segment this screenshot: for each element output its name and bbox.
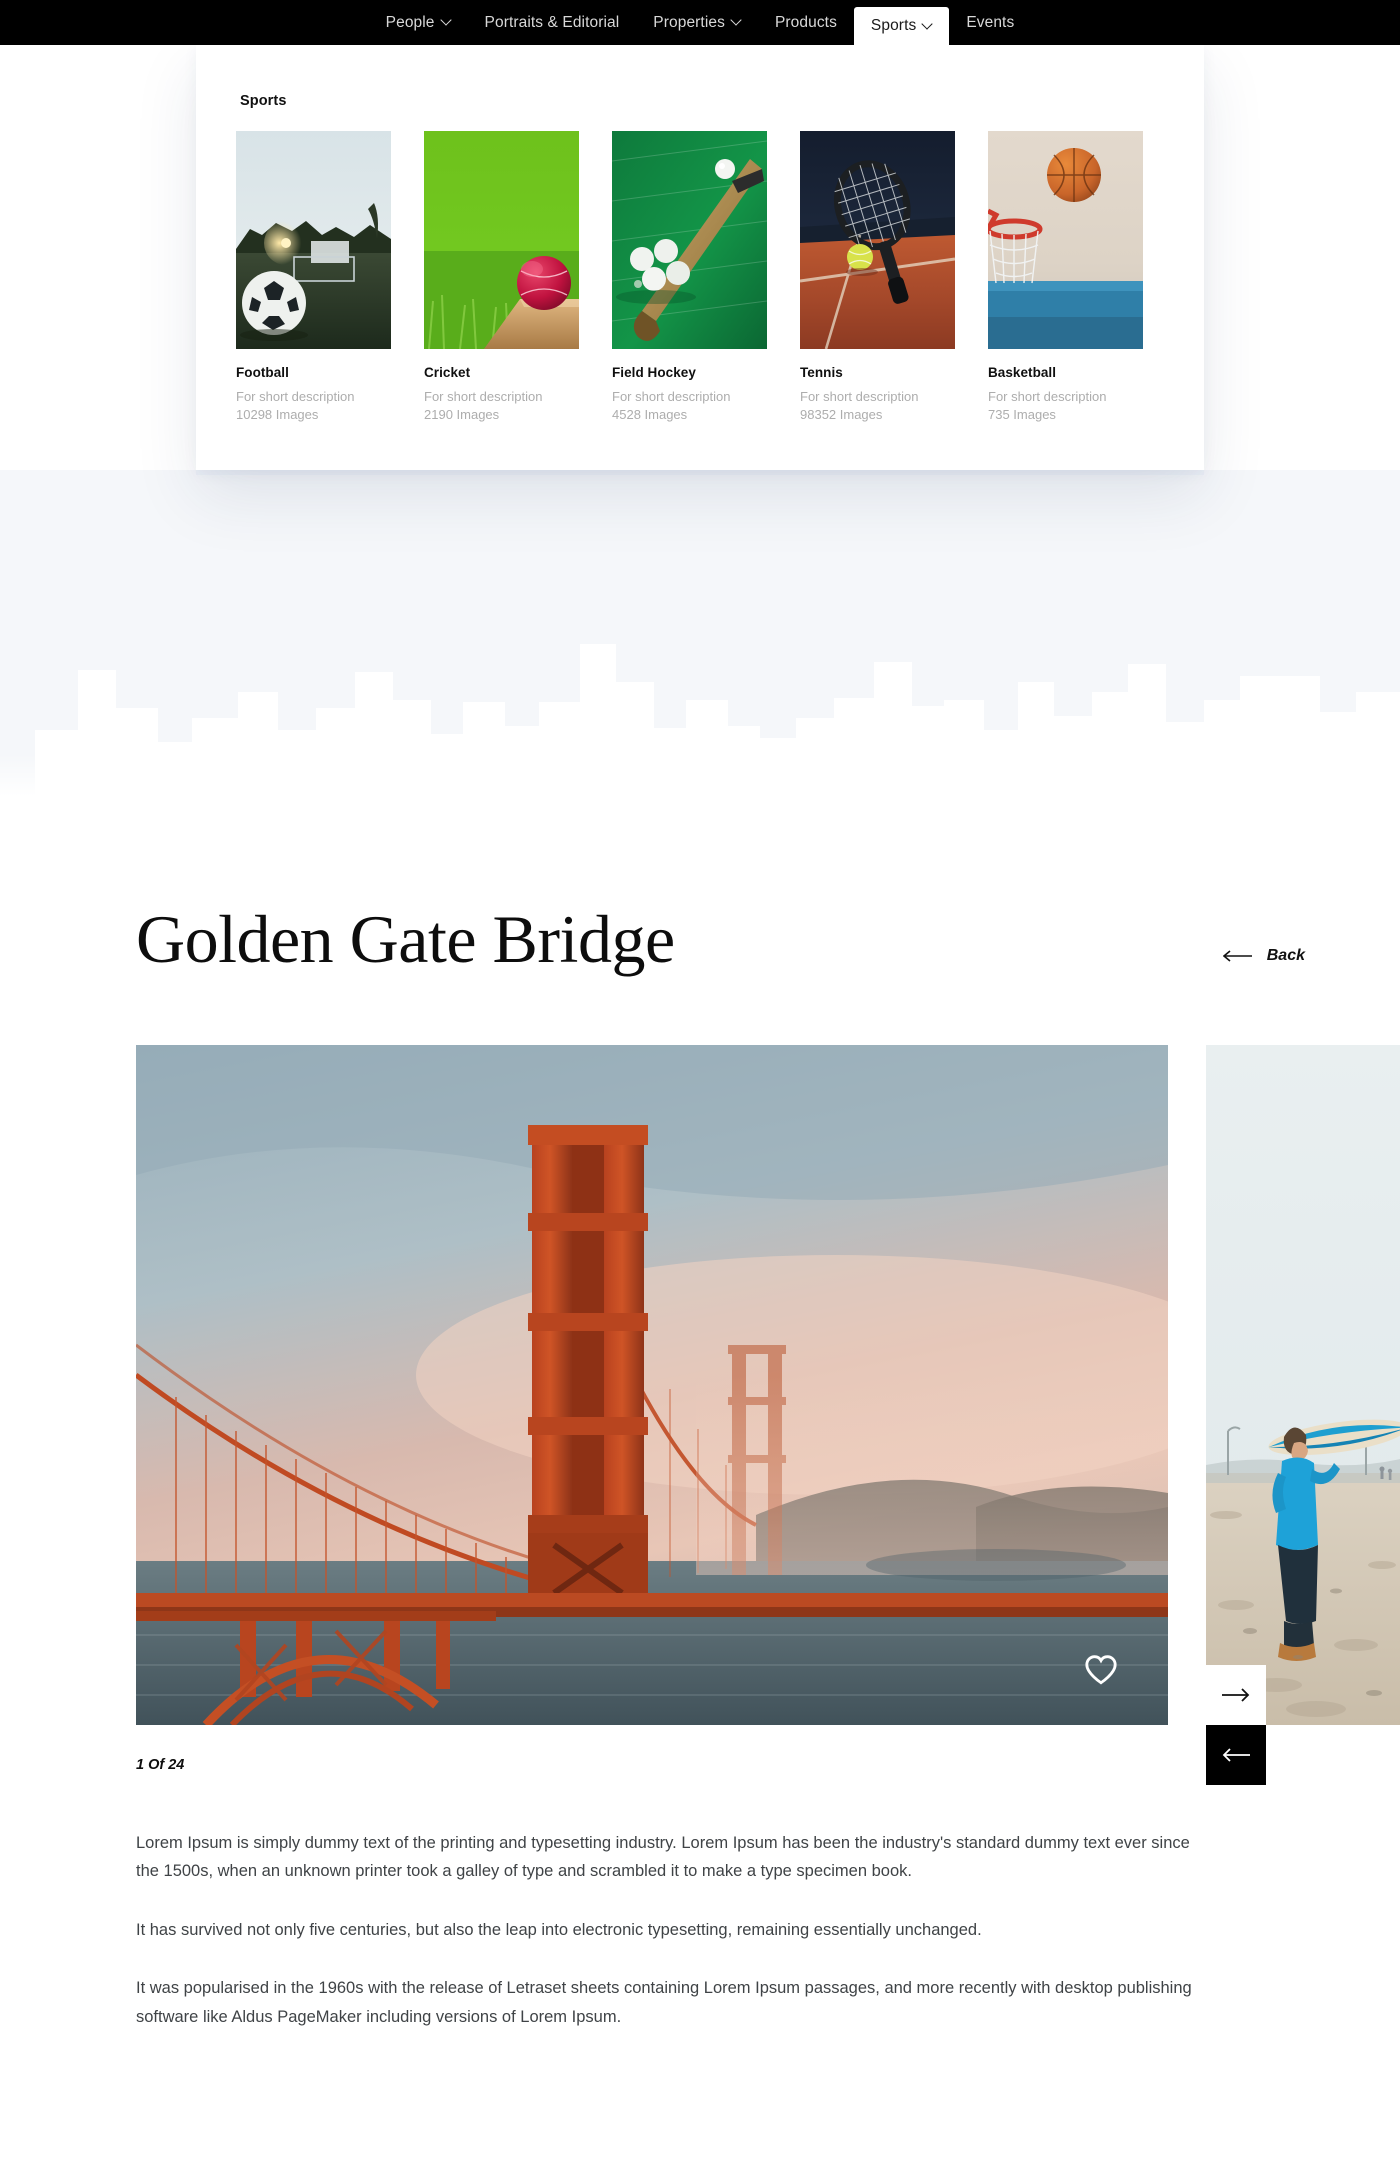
- surfer-on-beach-photo: [1206, 1045, 1400, 1725]
- category-thumbnail-football[interactable]: [236, 131, 391, 349]
- nav-item-properties[interactable]: Properties: [636, 0, 758, 45]
- category-card-field-hockey[interactable]: Field Hockey For short description 4528 …: [612, 131, 767, 425]
- nav-item-label: Portraits & Editorial: [484, 13, 620, 31]
- arrow-left-icon: [1222, 950, 1252, 962]
- sports-mega-menu-panel: Sports Football For short description 10…: [196, 45, 1204, 470]
- article-paragraph: Lorem Ipsum is simply dummy text of the …: [136, 1834, 1190, 1881]
- mega-menu-title: Sports: [240, 93, 287, 109]
- category-name: Field Hockey: [612, 365, 696, 380]
- previous-image-button[interactable]: [1206, 1725, 1266, 1785]
- category-image-count: 10298 Images: [236, 407, 319, 423]
- chevron-down-icon: [923, 20, 932, 29]
- category-thumbnail-basketball[interactable]: [988, 131, 1143, 349]
- heart-outline-icon: [1085, 1655, 1117, 1685]
- category-card-football[interactable]: Football For short description 10298 Ima…: [236, 131, 391, 425]
- arrow-right-icon: [1222, 1688, 1250, 1702]
- category-description: For short description: [424, 389, 543, 404]
- category-image-count: 735 Images: [988, 407, 1056, 423]
- gallery-nav-buttons: [1206, 1665, 1266, 1785]
- article-paragraph: It was popularised in the 1960s with the…: [136, 1979, 1192, 2026]
- category-description: For short description: [988, 389, 1107, 404]
- nav-item-label: Properties: [653, 13, 725, 31]
- next-image-button[interactable]: [1206, 1665, 1266, 1725]
- nav-item-label: Sports: [870, 17, 917, 34]
- chevron-down-icon: [732, 16, 741, 25]
- chevron-down-icon: [442, 16, 451, 25]
- category-image-count: 4528 Images: [612, 407, 688, 423]
- category-description: For short description: [236, 389, 355, 404]
- article-paragraph: It has survived not only five centuries,…: [136, 1920, 982, 1939]
- soccer-ball-on-pitch-icon: [236, 131, 391, 349]
- category-thumbnail-tennis[interactable]: [800, 131, 955, 349]
- favorite-button[interactable]: [1084, 1653, 1118, 1687]
- category-description: For short description: [800, 389, 919, 404]
- category-thumbnail-field-hockey[interactable]: [612, 131, 767, 349]
- arrow-left-icon: [1222, 1748, 1250, 1762]
- hockey-stick-and-balls-icon: [612, 131, 767, 349]
- category-name: Tennis: [800, 365, 843, 380]
- category-name: Cricket: [424, 365, 471, 380]
- category-card-basketball[interactable]: Basketball For short description 735 Ima…: [988, 131, 1143, 425]
- tennis-racket-and-ball-icon: [800, 131, 955, 349]
- category-name: Football: [236, 365, 289, 380]
- golden-gate-bridge-photo: [136, 1045, 1168, 1725]
- nav-item-label: Products: [774, 13, 837, 31]
- category-image-count: 98352 Images: [800, 407, 883, 423]
- nav-item-products[interactable]: Products: [758, 0, 854, 45]
- nav-item-label: People: [385, 13, 435, 31]
- skyline-fade-overlay: [0, 754, 1400, 800]
- cricket-ball-on-bat-icon: [424, 131, 579, 349]
- article-section: Golden Gate Bridge Back 1 Of 24 Lorem Ip…: [0, 800, 1400, 2031]
- category-image-count: 2190 Images: [424, 407, 500, 423]
- basketball-hoop-icon: [988, 131, 1143, 349]
- category-card-tennis[interactable]: Tennis For short description 98352 Image…: [800, 131, 955, 425]
- nav-item-events[interactable]: Events: [949, 0, 1031, 45]
- nav-item-label: Events: [966, 13, 1015, 31]
- gallery-row: [0, 1045, 1400, 1785]
- article-header: Golden Gate Bridge Back: [0, 905, 1400, 973]
- skyline-decoration: [0, 470, 1400, 800]
- back-button[interactable]: Back: [1222, 947, 1305, 973]
- top-navbar: People Portraits & Editorial Properties …: [0, 0, 1400, 45]
- back-button-label: Back: [1266, 947, 1305, 964]
- nav-item-portraits-editorial[interactable]: Portraits & Editorial: [468, 0, 637, 45]
- hero-image[interactable]: [136, 1045, 1168, 1725]
- next-image-preview[interactable]: [1206, 1045, 1400, 1725]
- category-grid: Football For short description 10298 Ima…: [236, 131, 1164, 425]
- category-name: Basketball: [988, 365, 1057, 380]
- article-body: Lorem Ipsum is simply dummy text of the …: [136, 1829, 1196, 2031]
- category-thumbnail-cricket[interactable]: [424, 131, 579, 349]
- nav-item-people[interactable]: People: [369, 0, 468, 45]
- page-title: Golden Gate Bridge: [136, 901, 675, 977]
- nav-item-sports[interactable]: Sports: [853, 7, 950, 45]
- category-card-cricket[interactable]: Cricket For short description 2190 Image…: [424, 131, 579, 425]
- nav-list: People Portraits & Editorial Properties …: [369, 0, 1032, 45]
- category-description: For short description: [612, 389, 731, 404]
